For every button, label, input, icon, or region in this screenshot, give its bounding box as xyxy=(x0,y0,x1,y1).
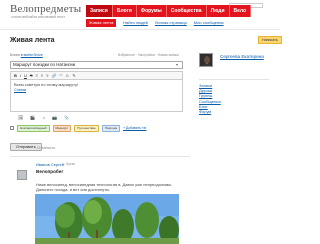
blog-label: Блога xyxy=(10,53,20,57)
profile-photo-image xyxy=(200,54,212,66)
sidebar-menu: Записи Друзья Группы Сообщения Блог Фору… xyxy=(199,83,221,114)
trees-photo-image xyxy=(35,194,179,244)
chevron-down-icon[interactable]: ▾ xyxy=(176,62,178,68)
cancel-link[interactable]: Отменить xyxy=(37,145,55,150)
align-right-icon[interactable]: ≡ xyxy=(46,73,48,78)
sidebar-item-forum[interactable]: Форум xyxy=(199,109,221,114)
tag-chip[interactable]: Природа xyxy=(101,124,121,132)
subnav-find-people[interactable]: Найти людей xyxy=(123,19,148,27)
header-divider xyxy=(0,29,280,30)
avatar[interactable] xyxy=(199,53,213,67)
editor-toolbar: B I U S ≡ ≡ ≡ 🔗 “” ☺ ✎ xyxy=(10,71,183,79)
pencil-icon[interactable]: ✎ xyxy=(72,73,75,78)
avatar[interactable] xyxy=(17,170,27,180)
smiley-icon[interactable]: ☺ xyxy=(65,73,69,78)
site-header: Велопредметы слоган вебсайта или мелкий … xyxy=(0,0,280,34)
post-photo[interactable] xyxy=(35,194,179,244)
feed-post: Иванов Сергей → Кутак Велопробег Ниже ве… xyxy=(17,161,182,244)
nav-tab-records[interactable]: Записи xyxy=(86,5,113,17)
editor-links[interactable]: Избранное · Настройки · Новая запись xyxy=(118,53,179,57)
tag-chip[interactable]: Путешествие xyxy=(74,124,99,132)
subnav-my-messages[interactable]: Мои сообщения xyxy=(194,19,224,27)
align-left-icon[interactable]: ≡ xyxy=(36,73,38,78)
tag-chip[interactable]: Нов велосипедный xyxy=(17,124,50,132)
paperclip-icon[interactable]: 📎 xyxy=(64,115,69,121)
post-author-link[interactable]: Иванов Сергей xyxy=(36,162,64,167)
tags-row: Нов велосипедный Маршрут Путешествие При… xyxy=(10,124,183,132)
add-tag-label: Добавить тэг xyxy=(126,126,147,130)
image-icon[interactable]: 🖼 xyxy=(18,115,23,121)
post-title[interactable]: Велопробег xyxy=(36,169,63,174)
quote-icon[interactable]: “” xyxy=(60,73,63,78)
nav-tab-people[interactable]: Люди xyxy=(206,5,230,17)
tags-checkbox[interactable] xyxy=(10,126,14,130)
blog-selector[interactable]: Блога в моём блоге xyxy=(10,53,43,57)
nav-tab-velo[interactable]: Вело xyxy=(229,5,252,17)
site-logo[interactable]: Велопредметы xyxy=(10,3,81,15)
align-center-icon[interactable]: ≡ xyxy=(41,73,43,78)
subnav-personal-page[interactable]: Личная страница xyxy=(155,19,187,27)
link-icon[interactable]: 🔗 xyxy=(52,73,57,78)
post-meta: → Кутак xyxy=(62,162,75,166)
page-title: Живая лента xyxy=(10,37,55,44)
nav-tab-communities[interactable]: Сообщества xyxy=(166,5,207,17)
profile-name-link[interactable]: Сергеева Екатерина xyxy=(220,54,264,59)
strike-icon[interactable]: S xyxy=(30,73,33,78)
site-slogan: слоган вебсайта или мелкий текст xyxy=(11,15,65,19)
music-icon[interactable]: ♫ xyxy=(42,115,45,121)
content-divider xyxy=(10,156,190,157)
video-icon[interactable]: 🎬 xyxy=(30,115,35,121)
post-title-value: Маршрут поездки по Натангии xyxy=(13,62,76,67)
underline-icon[interactable]: U xyxy=(24,73,27,78)
sub-navigation: Живая лента Найти людей Личная страница … xyxy=(86,19,224,27)
post-title-input[interactable]: Маршрут поездки по Натангии ▾ xyxy=(10,61,183,69)
nav-tab-forums[interactable]: Форумы xyxy=(136,5,167,17)
post-excerpt: Ниже велосипед, велосипедная технология … xyxy=(36,182,173,192)
blog-value[interactable]: в моём блоге xyxy=(21,53,43,57)
main-navigation: Записи Блоги Форумы Сообщества Люди Вело xyxy=(86,5,252,17)
italic-icon[interactable]: I xyxy=(20,73,21,78)
editor-header: Блога в моём блоге Избранное · Настройки… xyxy=(10,53,183,59)
post-text-area[interactable]: Всем советую по этому маршруту! Схема xyxy=(10,79,183,112)
bold-icon[interactable]: B xyxy=(14,73,17,78)
attachment-toolbar: 🖼 🎬 ♫ 📷 📎 xyxy=(10,115,183,121)
post-text-link[interactable]: Схема xyxy=(14,87,179,92)
camera-icon[interactable]: 📷 xyxy=(52,115,57,121)
write-button[interactable]: Написать xyxy=(258,36,282,44)
subnav-live-feed[interactable]: Живая лента xyxy=(86,19,117,27)
tag-chip[interactable]: Маршрут xyxy=(52,124,72,132)
add-tag-link[interactable]: + Добавить тэг xyxy=(123,126,146,130)
nav-tab-blogs[interactable]: Блоги xyxy=(112,5,137,17)
post-editor: Блога в моём блоге Избранное · Настройки… xyxy=(10,53,183,135)
sidebar-divider xyxy=(199,79,269,80)
